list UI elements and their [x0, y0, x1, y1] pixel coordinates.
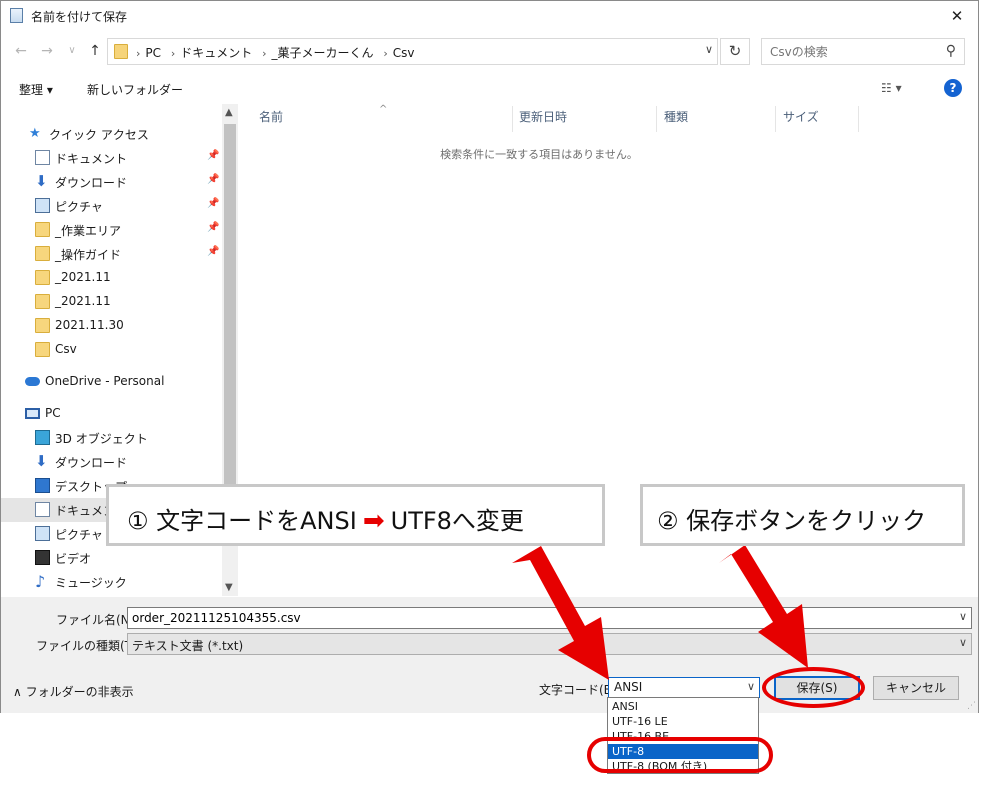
annotation-step1: ① 文字コードをANSI ➡ UTF8へ変更	[106, 484, 605, 546]
annotation-arrow-2	[719, 545, 808, 668]
highlight-utf8-option	[587, 737, 773, 773]
annotation-step2: ② 保存ボタンをクリック	[640, 484, 965, 546]
right-arrow-icon: ➡	[362, 506, 385, 536]
highlight-save-button	[762, 667, 865, 708]
annotation-arrow-1	[512, 546, 609, 680]
